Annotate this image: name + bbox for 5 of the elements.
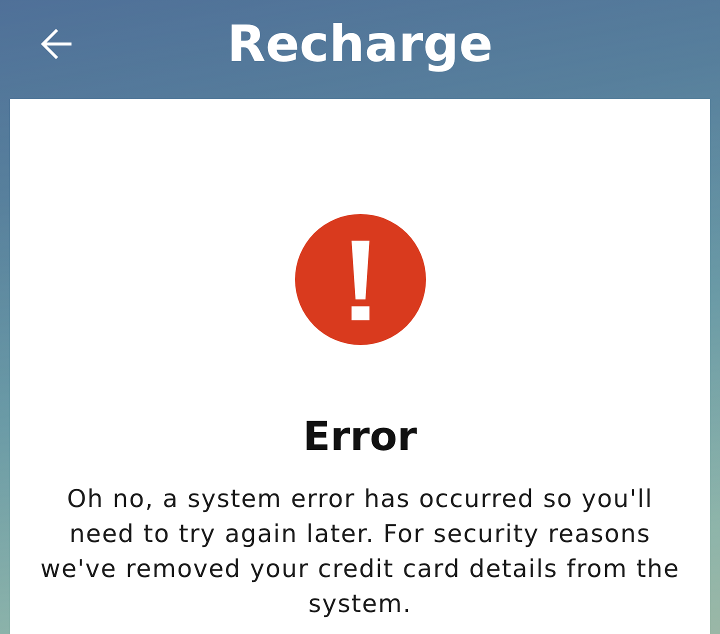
- page-title: Recharge: [227, 14, 493, 74]
- error-message: Oh no, a system error has occurred so you'll need to try again later. For security reasons we've removed your credit card details from the system.: [39, 483, 681, 620]
- error-alert-icon: [294, 214, 426, 345]
- error-heading: Error: [303, 413, 417, 461]
- back-arrow-icon[interactable]: [40, 28, 72, 60]
